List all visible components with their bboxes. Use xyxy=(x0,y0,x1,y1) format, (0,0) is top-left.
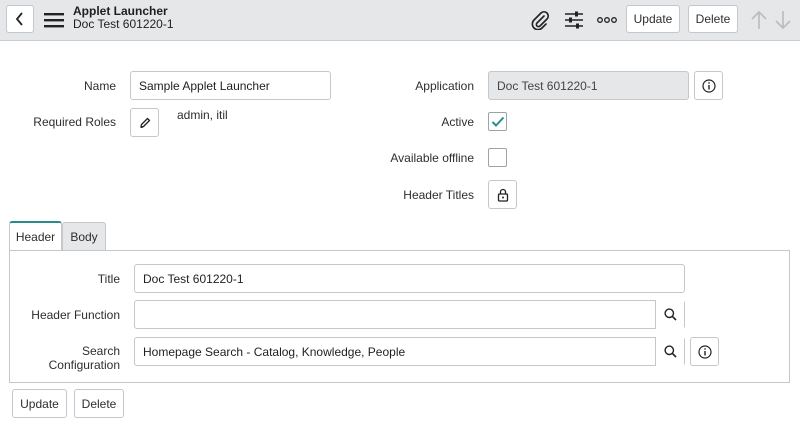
edit-roles-button[interactable] xyxy=(130,108,159,137)
pencil-icon xyxy=(139,117,150,128)
search-configuration-search-button[interactable] xyxy=(655,337,684,366)
application-field: Doc Test 601220-1 xyxy=(488,71,689,100)
checkmark-icon xyxy=(491,116,504,127)
lock-icon xyxy=(497,188,508,202)
hamburger-icon[interactable] xyxy=(43,10,65,30)
footer-update-button[interactable]: Update xyxy=(12,389,67,418)
application-label: Application xyxy=(415,79,474,93)
info-icon xyxy=(701,78,716,93)
form-header: Applet Launcher Doc Test 601220-1 Update… xyxy=(0,0,800,41)
search-icon xyxy=(663,308,677,321)
required-roles-value: admin, itil xyxy=(177,108,228,122)
title-label: Title xyxy=(97,272,120,286)
footer-delete-button[interactable]: Delete xyxy=(74,389,124,418)
search-configuration-field[interactable]: Homepage Search - Catalog, Knowledge, Pe… xyxy=(134,337,685,366)
header-function-search-button[interactable] xyxy=(655,300,684,329)
search-configuration-label: Search Configuration xyxy=(48,344,120,372)
required-roles-label: Required Roles xyxy=(33,115,116,129)
name-field[interactable]: Sample Applet Launcher xyxy=(130,71,331,100)
available-offline-label: Available offline xyxy=(390,151,474,165)
header-titles-lock-button[interactable] xyxy=(488,180,517,209)
title-field[interactable]: Doc Test 601220-1 xyxy=(134,264,685,293)
search-icon xyxy=(663,345,677,358)
more-dots-icon[interactable] xyxy=(596,10,618,30)
back-button[interactable] xyxy=(6,5,34,33)
active-checkbox[interactable] xyxy=(488,112,507,131)
header-function-label: Header Function xyxy=(31,308,120,322)
sliders-icon[interactable] xyxy=(562,8,586,32)
tab-body[interactable]: Body xyxy=(62,222,106,250)
tab-header[interactable]: Header xyxy=(9,221,62,250)
page-subtitle: Doc Test 601220-1 xyxy=(73,17,174,31)
header-function-field[interactable] xyxy=(134,300,685,329)
arrow-down-icon[interactable] xyxy=(773,9,793,31)
paperclip-icon[interactable] xyxy=(528,8,552,32)
active-label: Active xyxy=(441,115,474,129)
arrow-up-icon[interactable] xyxy=(749,9,769,31)
header-delete-button[interactable]: Delete xyxy=(688,5,738,33)
chevron-left-icon xyxy=(15,12,23,26)
search-configuration-info-button[interactable] xyxy=(690,337,719,366)
header-titles-label: Header Titles xyxy=(403,188,474,202)
name-label: Name xyxy=(83,79,116,93)
available-offline-checkbox[interactable] xyxy=(488,148,507,167)
header-update-button[interactable]: Update xyxy=(626,5,680,33)
application-info-button[interactable] xyxy=(694,71,723,100)
info-icon xyxy=(697,344,712,359)
